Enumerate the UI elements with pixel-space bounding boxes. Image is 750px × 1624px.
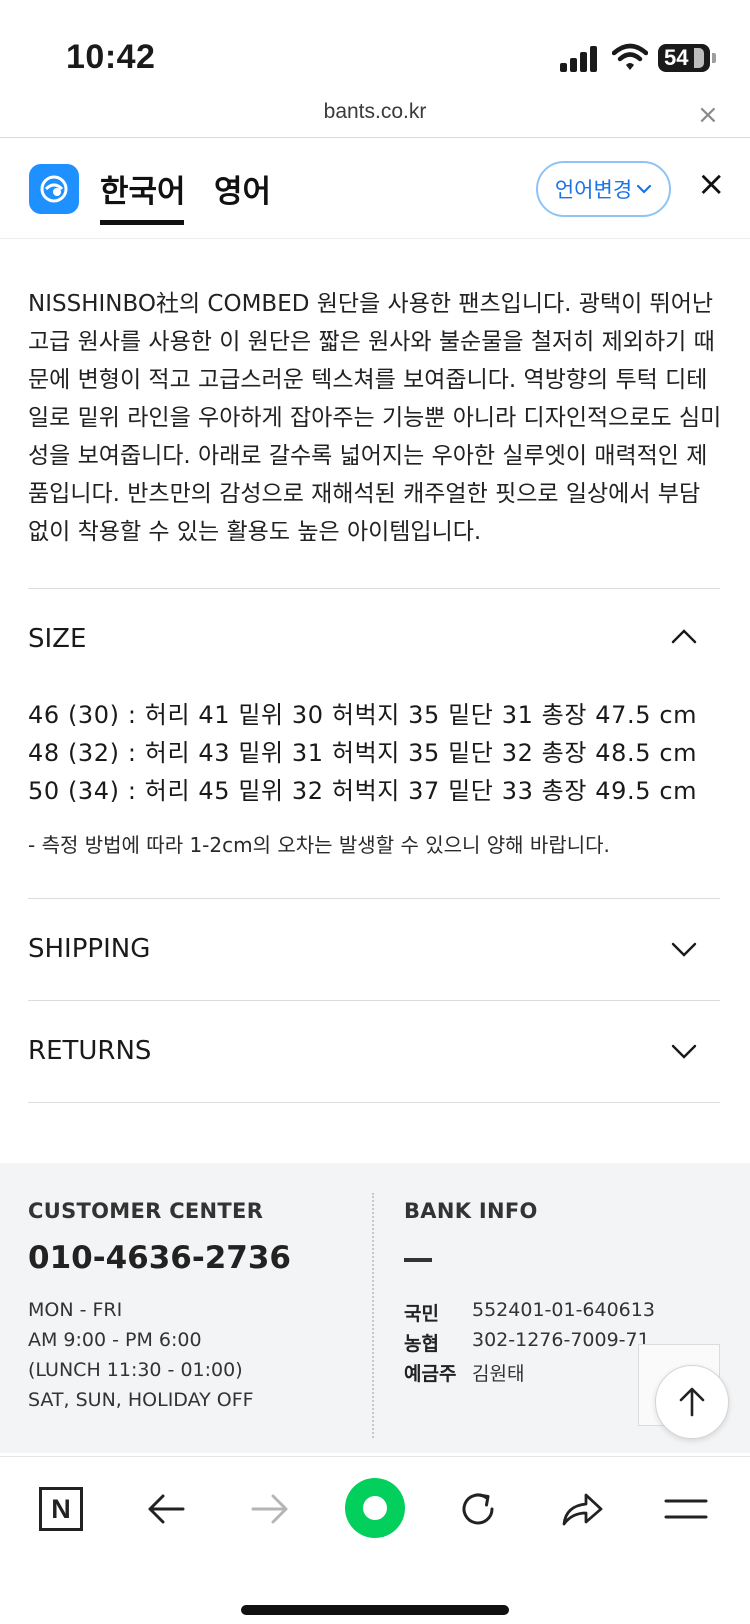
tab-english[interactable]: 영어 bbox=[214, 166, 271, 211]
size-row: 50 (34) : 허리 45 밑위 32 허벅지 37 밑단 33 총장 49… bbox=[28, 777, 698, 805]
bank-label: 국민 bbox=[404, 1303, 439, 1325]
scroll-to-top-button[interactable] bbox=[655, 1365, 729, 1439]
dash-mark bbox=[404, 1258, 432, 1262]
battery-icon: 54 bbox=[658, 44, 710, 72]
customer-center-phone[interactable]: 010-4636-2736 bbox=[28, 1240, 291, 1276]
chevron-up-icon[interactable] bbox=[670, 627, 698, 645]
change-language-label: 언어변경 bbox=[554, 178, 633, 202]
bank-account: 552401-01-640613 bbox=[472, 1299, 655, 1321]
share-icon[interactable] bbox=[552, 1479, 612, 1539]
chevron-down-icon bbox=[637, 184, 652, 194]
bank-label: 농협 bbox=[404, 1333, 439, 1355]
hours-line: (LUNCH 11:30 - 01:00) bbox=[28, 1359, 243, 1381]
bank-account: 302-1276-7009-71 bbox=[472, 1329, 650, 1351]
chevron-down-icon[interactable] bbox=[670, 1043, 698, 1061]
divider bbox=[28, 1102, 720, 1103]
change-language-button[interactable]: 언어변경 bbox=[536, 161, 671, 217]
translator-logo-icon bbox=[29, 164, 79, 214]
chevron-down-icon[interactable] bbox=[670, 941, 698, 959]
cellular-signal-icon bbox=[560, 46, 597, 72]
wifi-icon bbox=[612, 43, 648, 70]
size-row: 46 (30) : 허리 41 밑위 30 허벅지 35 밑단 31 총장 47… bbox=[28, 701, 698, 729]
hours-line: SAT, SUN, HOLIDAY OFF bbox=[28, 1389, 254, 1411]
bank-info-title: BANK INFO bbox=[404, 1199, 538, 1223]
battery-level: 54 bbox=[664, 45, 689, 70]
returns-section-title[interactable]: RETURNS bbox=[28, 1036, 151, 1066]
naver-n-icon[interactable]: N bbox=[31, 1479, 91, 1539]
reload-icon[interactable] bbox=[448, 1479, 508, 1539]
tab-korean[interactable]: 한국어 bbox=[100, 166, 186, 211]
product-description: NISSHINBO社의 COMBED 원단을 사용한 팬츠입니다. 광택이 뛰어… bbox=[28, 291, 722, 545]
customer-center-title: CUSTOMER CENTER bbox=[28, 1199, 264, 1223]
green-home-icon[interactable] bbox=[344, 1477, 406, 1539]
close-translation-icon[interactable]: × bbox=[697, 167, 726, 201]
active-tab-indicator bbox=[100, 220, 184, 225]
bank-label: 예금주 bbox=[404, 1363, 457, 1385]
back-arrow-icon[interactable] bbox=[136, 1479, 196, 1539]
divider bbox=[28, 588, 720, 589]
url-text[interactable]: bants.co.kr bbox=[0, 100, 750, 124]
site-footer: CUSTOMER CENTER 010-4636-2736 MON - FRI … bbox=[0, 1163, 750, 1453]
status-bar: 10:42 54 bbox=[0, 0, 750, 92]
menu-icon[interactable] bbox=[656, 1479, 716, 1539]
footer-divider bbox=[372, 1193, 374, 1438]
url-bar[interactable]: bants.co.kr × bbox=[0, 96, 750, 138]
arrow-up-icon bbox=[679, 1387, 705, 1417]
home-indicator bbox=[241, 1605, 509, 1615]
size-section-title[interactable]: SIZE bbox=[28, 624, 86, 654]
hours-line: AM 9:00 - PM 6:00 bbox=[28, 1329, 202, 1351]
forward-arrow-icon[interactable] bbox=[240, 1479, 300, 1539]
browser-toolbar: N bbox=[0, 1456, 750, 1624]
url-close-icon[interactable]: × bbox=[697, 102, 719, 128]
divider bbox=[28, 1000, 720, 1001]
divider bbox=[28, 898, 720, 899]
size-note: - 측정 방법에 따라 1-2cm의 오차는 발생할 수 있으니 양해 바랍니다… bbox=[28, 833, 610, 857]
account-holder: 김원태 bbox=[472, 1363, 525, 1385]
translation-bar: 한국어 영어 언어변경 × bbox=[0, 139, 750, 239]
hours-line: MON - FRI bbox=[28, 1299, 123, 1321]
shipping-section-title[interactable]: SHIPPING bbox=[28, 934, 150, 964]
status-time: 10:42 bbox=[66, 38, 156, 76]
size-row: 48 (32) : 허리 43 밑위 31 허벅지 35 밑단 32 총장 48… bbox=[28, 739, 698, 767]
